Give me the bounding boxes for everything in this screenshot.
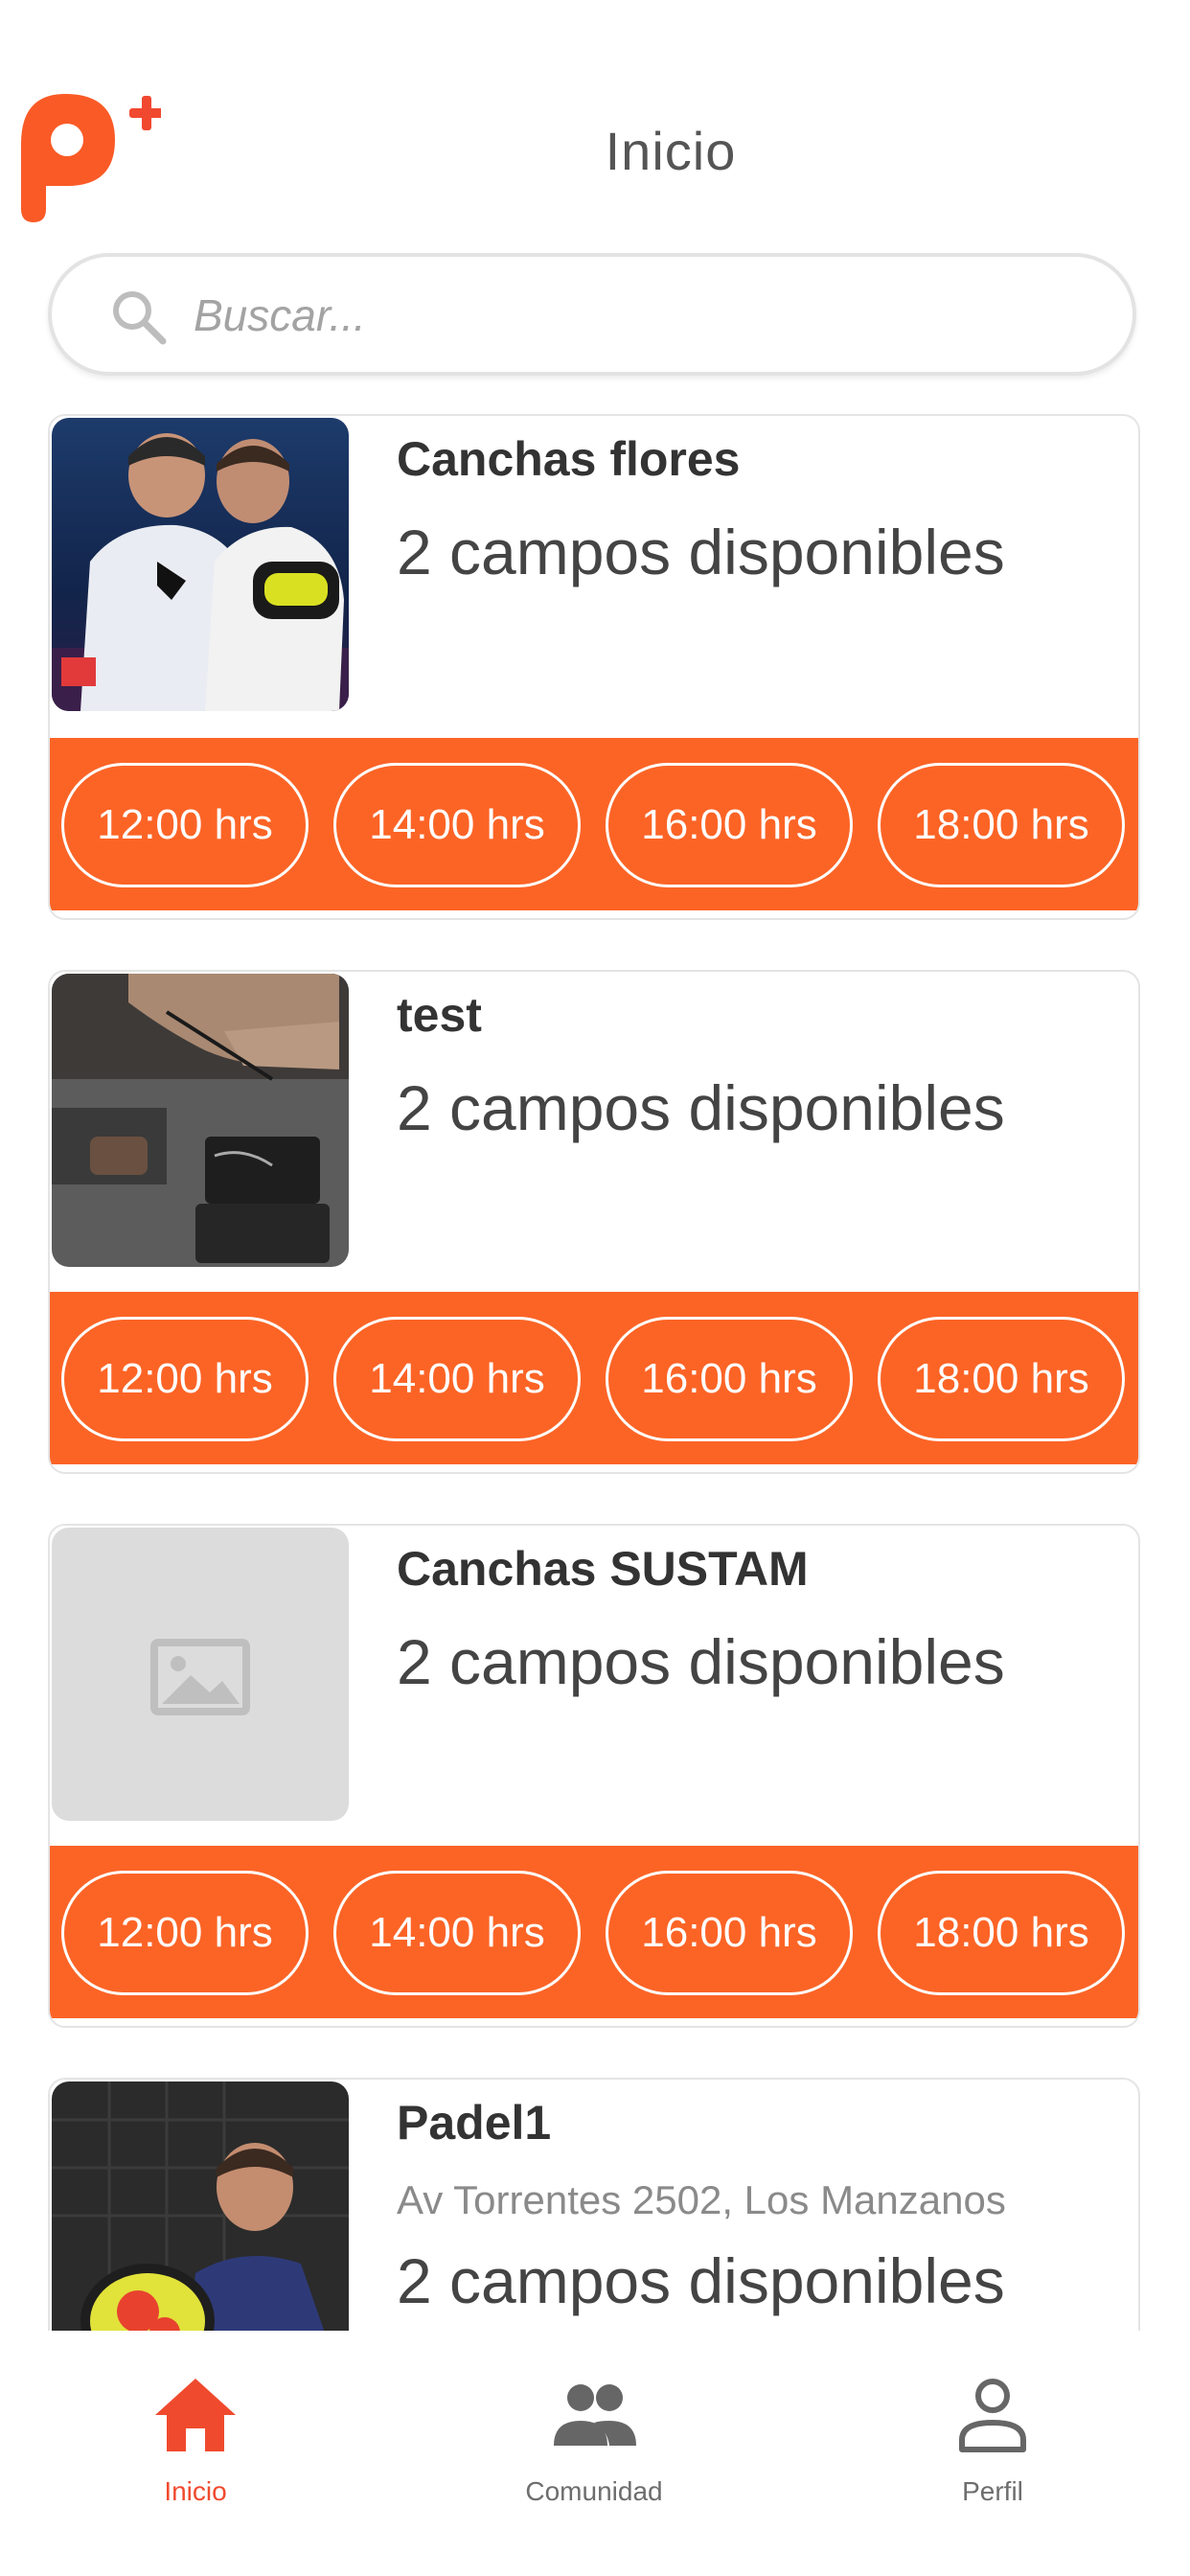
time-slots: 12:00 hrs 14:00 hrs 16:00 hrs 18:00 hrs (50, 738, 1138, 910)
venue-image (52, 974, 349, 1267)
venue-availability: 2 campos disponibles (397, 1626, 1005, 1697)
person-icon (959, 2379, 1026, 2452)
search-input[interactable] (192, 278, 1096, 353)
venue-availability: 2 campos disponibles (397, 2245, 1005, 2316)
time-slot-button[interactable]: 18:00 hrs (878, 1317, 1125, 1441)
venue-card[interactable]: test 2 campos disponibles 12:00 hrs 14:0… (48, 970, 1140, 1474)
venue-card[interactable]: Canchas flores 2 campos disponibles 12:0… (48, 414, 1140, 920)
nav-label: Inicio (164, 2476, 227, 2506)
nav-item-comunidad[interactable]: Comunidad (479, 2369, 709, 2542)
nav-item-inicio[interactable]: Inicio (80, 2369, 310, 2542)
time-slot-button[interactable]: 12:00 hrs (61, 1317, 309, 1441)
venue-availability: 2 campos disponibles (397, 1072, 1005, 1143)
search-icon (113, 291, 167, 345)
time-slots: 12:00 hrs 14:00 hrs 16:00 hrs 18:00 hrs (50, 1846, 1138, 2018)
time-slot-button[interactable]: 16:00 hrs (606, 1317, 853, 1441)
time-slot-button[interactable]: 18:00 hrs (878, 1871, 1125, 1995)
venue-image-placeholder (52, 1528, 349, 1821)
search-bar[interactable] (48, 253, 1136, 376)
bottom-navigation: Inicio Comunidad Perfil (0, 2331, 1190, 2576)
venue-availability: 2 campos disponibles (397, 517, 1005, 587)
people-icon (554, 2384, 636, 2446)
venue-image (52, 418, 349, 711)
venue-name: Canchas SUSTAM (397, 1542, 809, 1596)
time-slot-button[interactable]: 12:00 hrs (61, 763, 309, 887)
time-slot-button[interactable]: 16:00 hrs (606, 763, 853, 887)
time-slot-button[interactable]: 14:00 hrs (333, 763, 581, 887)
time-slot-button[interactable]: 14:00 hrs (333, 1317, 581, 1441)
nav-item-perfil[interactable]: Perfil (878, 2369, 1108, 2542)
time-slot-button[interactable]: 18:00 hrs (878, 763, 1125, 887)
app-header: Inicio (0, 0, 1190, 240)
venue-name: Canchas flores (397, 432, 741, 486)
time-slots: 12:00 hrs 14:00 hrs 16:00 hrs 18:00 hrs (50, 1292, 1138, 1464)
nav-label: Comunidad (525, 2476, 663, 2506)
time-slot-button[interactable]: 16:00 hrs (606, 1871, 853, 1995)
venue-name: test (397, 988, 482, 1042)
nav-label: Perfil (962, 2476, 1023, 2506)
time-slot-button[interactable]: 12:00 hrs (61, 1871, 309, 1995)
venue-name: Padel1 (397, 2096, 552, 2150)
home-icon (155, 2379, 236, 2451)
page-title: Inicio (605, 121, 737, 181)
venue-card[interactable]: Canchas SUSTAM 2 campos disponibles 12:0… (48, 1524, 1140, 2028)
venue-address: Av Torrentes 2502, Los Manzanos (397, 2177, 1006, 2222)
time-slot-button[interactable]: 14:00 hrs (333, 1871, 581, 1995)
